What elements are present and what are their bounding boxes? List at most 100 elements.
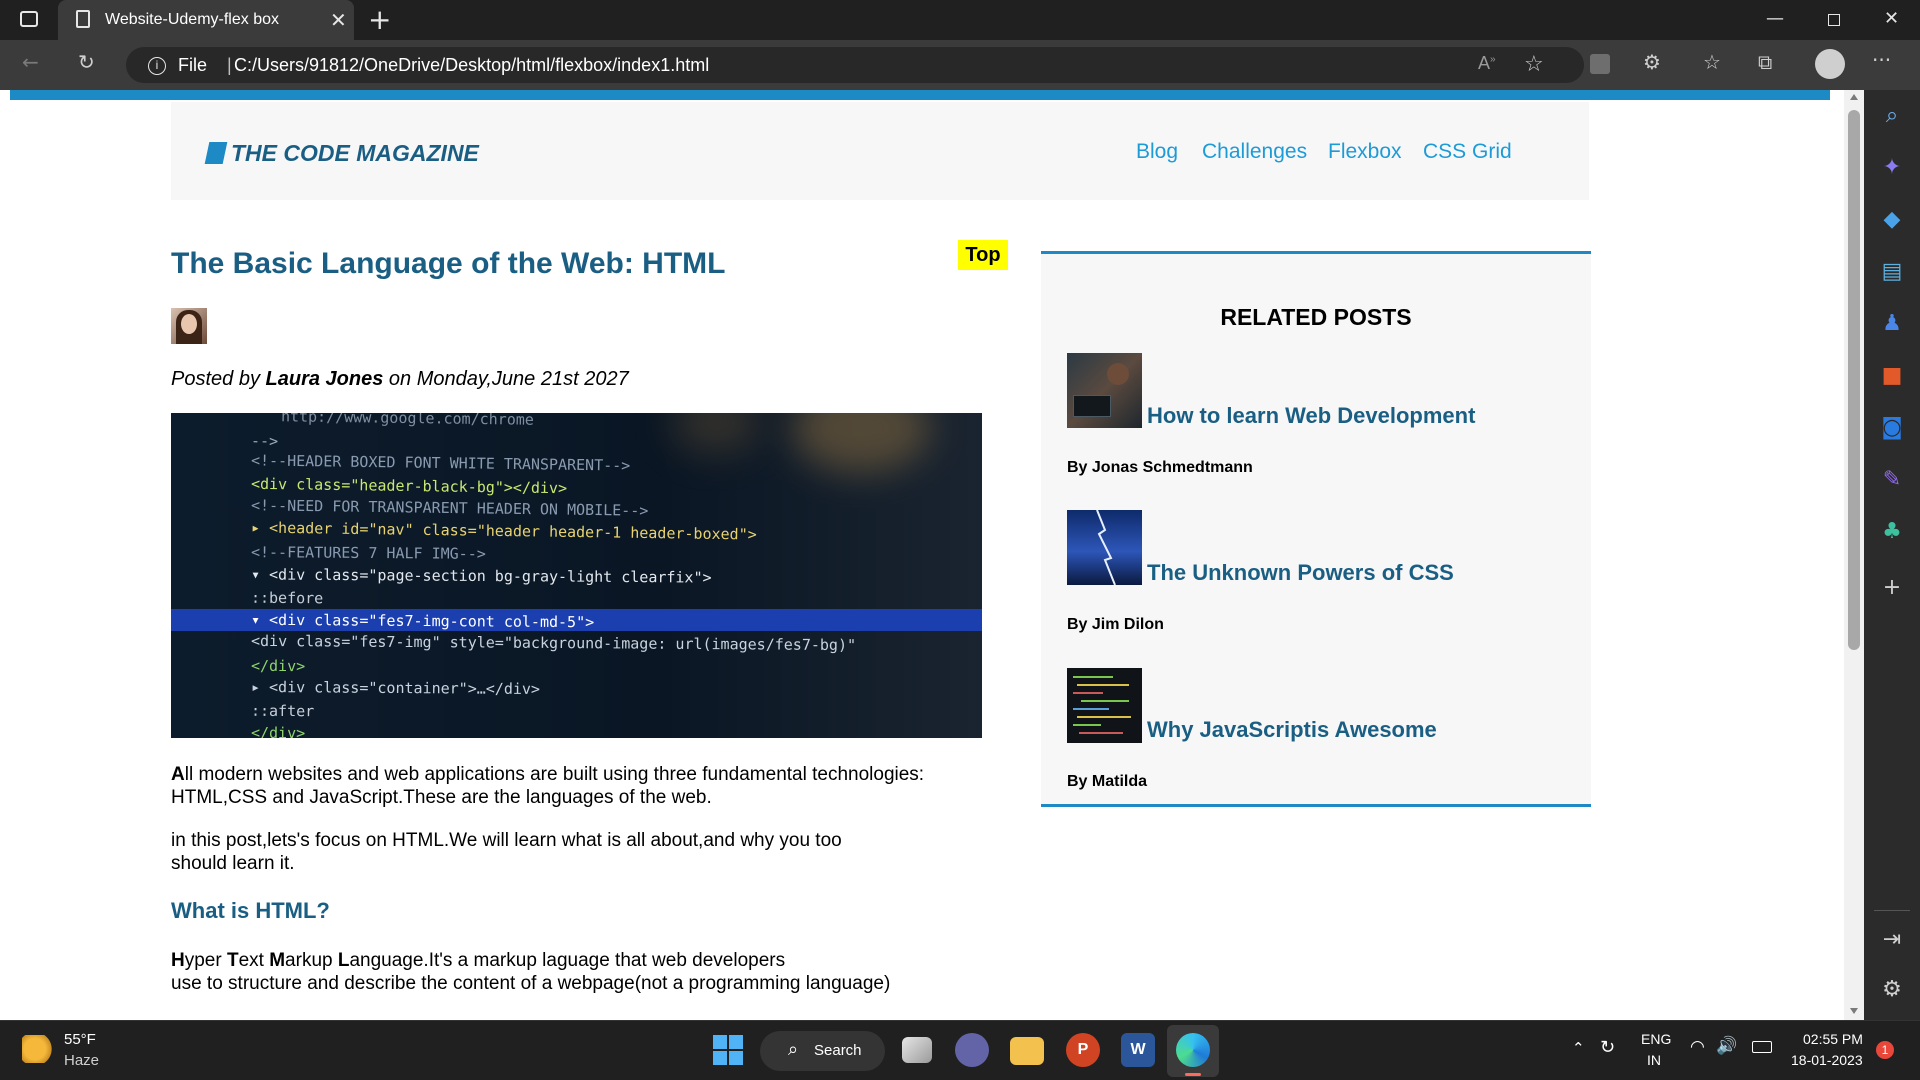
post-meta-date: on Monday,June 21st 2027 — [383, 368, 629, 390]
browser-toolbar: ← ↻ i File | C:/Users/91812/OneDrive/Des… — [0, 40, 1920, 90]
close-window-icon[interactable]: ✕ — [1884, 8, 1899, 29]
related-posts-title: RELATED POSTS — [1220, 304, 1412, 330]
teams-chat-icon[interactable] — [955, 1033, 989, 1067]
related-post-thumb-1[interactable] — [1067, 353, 1142, 428]
taskbar-search-label: Search — [814, 1042, 862, 1059]
volume-icon[interactable]: 🔊 — [1716, 1036, 1737, 1056]
top-accent-bar — [10, 90, 1830, 100]
minimize-icon[interactable]: — — [1766, 8, 1784, 29]
related-post-author-3: By Matilda — [1067, 773, 1148, 790]
paragraph-3-line-2: use to structure and describe the conten… — [171, 973, 891, 994]
extension-square-icon[interactable] — [1590, 54, 1610, 74]
back-icon[interactable]: ← — [22, 50, 39, 74]
wifi-icon[interactable]: ◠ — [1690, 1037, 1705, 1057]
related-post-title-1[interactable]: How to learn Web Development — [1147, 403, 1475, 429]
clock-date[interactable]: 18-01-2023 — [1791, 1052, 1863, 1068]
tab-close-icon[interactable]: ✕ — [330, 8, 347, 32]
post-author: Laura Jones — [265, 368, 384, 390]
language-code[interactable]: ENG — [1641, 1031, 1671, 1047]
taskbar-search[interactable]: ⌕ Search — [760, 1031, 885, 1071]
scroll-down-icon[interactable] — [1850, 1008, 1858, 1014]
related-post-thumb-2[interactable] — [1067, 510, 1142, 585]
browser-titlebar: Website-Udemy-flex box ✕ + — ✕ — [0, 0, 1920, 40]
nav-link-blog[interactable]: Blog — [1136, 140, 1178, 164]
outlook-icon[interactable]: ◙ — [1878, 414, 1906, 442]
scrollbar-thumb[interactable] — [1848, 110, 1860, 650]
address-file-label: File — [178, 55, 208, 75]
tab-title: Website-Udemy-flex box — [105, 11, 279, 28]
code-line: ::after — [250, 701, 315, 720]
read-aloud-icon[interactable]: A» — [1478, 53, 1496, 74]
collections-icon[interactable]: ⧉ — [1758, 50, 1772, 74]
sync-icon[interactable]: ↻ — [1600, 1037, 1615, 1058]
browser-tab[interactable]: Website-Udemy-flex box ✕ — [58, 0, 354, 40]
sidebar-divider — [1874, 910, 1910, 911]
post-meta: Posted by Laura Jones on Monday,June 21s… — [171, 368, 629, 391]
copilot-icon[interactable]: ✦ — [1878, 154, 1906, 182]
language-region[interactable]: IN — [1647, 1052, 1661, 1068]
code-line: ▾ <div class="page-section bg-gray-light… — [250, 564, 712, 587]
nav-link-flexbox[interactable]: Flexbox — [1328, 140, 1402, 164]
related-post-thumb-3[interactable] — [1067, 668, 1142, 743]
battery-icon[interactable] — [1752, 1041, 1772, 1053]
code-line: --> — [250, 431, 279, 450]
hide-sidebar-icon[interactable]: ⇥ — [1878, 926, 1906, 954]
related-posts: RELATED POSTS How to learn Web Developme… — [1041, 251, 1591, 807]
shopping-tag-icon[interactable]: ◆ — [1878, 206, 1906, 234]
favorite-star-icon[interactable]: ☆ — [1524, 52, 1544, 77]
code-line: <!--FEATURES 7 HALF IMG--> — [250, 543, 486, 563]
code-line: http://www.google.com/chrome — [280, 413, 534, 429]
add-icon[interactable]: + — [1878, 574, 1906, 602]
designer-icon[interactable]: ✎ — [1878, 466, 1906, 494]
restore-icon[interactable] — [1828, 14, 1840, 26]
chevron-up-icon[interactable]: ⌃ — [1572, 1039, 1585, 1057]
office-icon[interactable]: ■ — [1878, 362, 1906, 390]
file-explorer-icon[interactable] — [1010, 1037, 1044, 1065]
new-tab-icon[interactable]: + — [368, 3, 391, 36]
article-title: The Basic Language of the Web: HTML — [171, 247, 726, 280]
profile-avatar[interactable] — [1815, 49, 1845, 79]
powerpoint-icon[interactable]: P — [1066, 1033, 1100, 1067]
address-separator: | — [227, 55, 232, 75]
clock-time[interactable]: 02:55 PM — [1803, 1031, 1863, 1047]
page-viewport: THE CODE MAGAZINE Blog Challenges Flexbo… — [0, 90, 1844, 1020]
related-post-author-1: By Jonas Schmedtmann — [1067, 459, 1253, 476]
extensions-icon[interactable]: ⚙ — [1643, 50, 1661, 74]
code-line: </div> — [250, 723, 306, 738]
refresh-icon[interactable]: ↻ — [78, 50, 95, 74]
related-post-title-3[interactable]: Why JavaScriptis Awesome — [1147, 717, 1437, 743]
address-url[interactable]: C:/Users/91812/OneDrive/Desktop/html/fle… — [234, 55, 709, 76]
tree-icon[interactable]: ♣ — [1878, 518, 1906, 546]
tools-icon[interactable]: ▤ — [1878, 258, 1906, 286]
settings-gear-icon[interactable]: ⚙ — [1878, 976, 1906, 1004]
search-icon: ⌕ — [788, 1039, 799, 1060]
info-icon[interactable]: i — [148, 57, 166, 75]
scroll-up-icon[interactable] — [1850, 94, 1858, 100]
top-link[interactable]: Top — [958, 240, 1008, 270]
code-line: ▸ <div class="container">…</div> — [250, 677, 541, 699]
nav-link-challenges[interactable]: Challenges — [1202, 140, 1307, 164]
edge-app-active[interactable] — [1167, 1025, 1219, 1077]
search-icon[interactable]: ⌕ — [1878, 102, 1906, 130]
address-bar[interactable]: i File | C:/Users/91812/OneDrive/Desktop… — [126, 47, 1584, 83]
notification-badge[interactable]: 1 — [1876, 1041, 1894, 1059]
word-icon[interactable]: W — [1121, 1033, 1155, 1067]
tab-actions-icon[interactable] — [20, 11, 38, 27]
site-logo[interactable]: THE CODE MAGAZINE — [204, 140, 479, 167]
start-windows-icon[interactable] — [713, 1035, 743, 1065]
task-view-icon[interactable] — [902, 1037, 932, 1063]
site-logo-text: THE CODE MAGAZINE — [231, 140, 479, 166]
author-avatar — [171, 308, 207, 344]
hero-code-image: http://www.google.com/chrome --> <!--HEA… — [171, 413, 982, 738]
code-line: </div> — [250, 656, 306, 675]
games-icon[interactable]: ♟ — [1878, 310, 1906, 338]
paragraph-2-line-2: should learn it. — [171, 853, 295, 874]
related-post-title-2[interactable]: The Unknown Powers of CSS — [1147, 560, 1454, 586]
favorites-icon[interactable]: ☆ — [1703, 50, 1721, 74]
page-scrollbar[interactable] — [1844, 90, 1864, 1020]
more-menu-icon[interactable]: ··· — [1872, 48, 1891, 72]
weather-icon[interactable] — [22, 1035, 54, 1063]
nav-link-css-grid[interactable]: CSS Grid — [1423, 140, 1512, 164]
code-line: ▸ <header id="nav" class="header header-… — [250, 517, 757, 544]
code-line: <div class="header-black-bg"></div> — [250, 474, 568, 497]
